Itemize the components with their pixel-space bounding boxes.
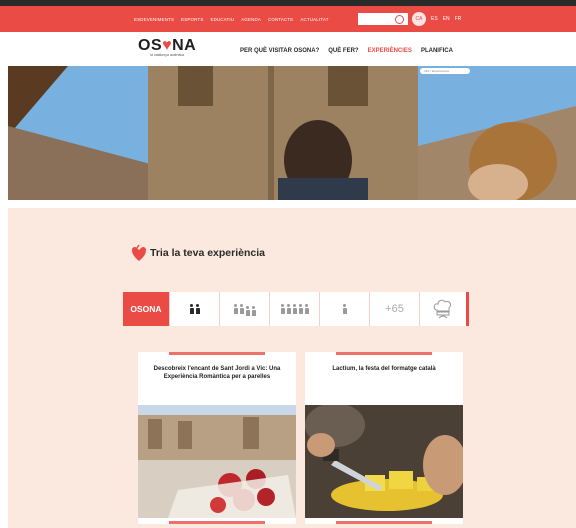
experiences-section: Tria la teva experiència OSONA +65 Desco… <box>8 208 576 528</box>
couple-icon <box>189 304 200 314</box>
lang-es[interactable]: ES <box>431 16 438 22</box>
card-accent-bottom <box>169 521 265 524</box>
logo-text: OS <box>138 37 163 54</box>
card-title[interactable]: Descobreix l'encant de Sant Jordi a Vic:… <box>146 365 288 381</box>
family-icon <box>233 304 256 316</box>
group-icon <box>280 304 309 314</box>
experience-filters: OSONA +65 <box>123 292 469 326</box>
main-nav: Per què visitar Osona? Què fer? Experièn… <box>240 48 453 54</box>
utility-link[interactable]: Educatiu <box>210 17 234 22</box>
filter-all[interactable]: OSONA <box>123 292 169 326</box>
nav-item-why-visit[interactable]: Per què visitar Osona? <box>240 48 319 54</box>
filter-solo[interactable] <box>319 292 369 326</box>
card-photo-cheese <box>305 405 463 518</box>
utility-bar: Esdeveniments Esports Educatiu Agenda Co… <box>0 6 576 32</box>
nav-item-plan[interactable]: Planifica <box>421 48 453 54</box>
filter-family[interactable] <box>219 292 269 326</box>
utility-link[interactable]: Agenda <box>241 17 261 22</box>
language-switcher: CA ES EN FR <box>412 12 461 26</box>
lang-fr[interactable]: FR <box>455 16 462 22</box>
spacer <box>0 200 576 208</box>
seniors-label: +65 <box>385 303 404 315</box>
heart-hand-icon <box>132 244 146 261</box>
utility-link[interactable]: Esports <box>181 17 203 22</box>
filter-logo-text: OSONA <box>130 304 162 314</box>
experience-card[interactable]: Descobreix l'encant de Sant Jordi a Vic:… <box>138 352 296 524</box>
card-title[interactable]: Lactium, la festa del formatge català <box>313 365 455 373</box>
search-icon[interactable] <box>395 14 404 24</box>
experience-card[interactable]: Lactium, la festa del formatge català <box>305 352 463 524</box>
hero-illustration <box>8 66 576 200</box>
card-photo-roses <box>138 405 296 518</box>
card-accent <box>336 352 432 355</box>
utility-link[interactable]: Contacte <box>268 17 293 22</box>
nav-item-what-to-do[interactable]: Què fer? <box>328 48 358 54</box>
lang-ca[interactable]: CA <box>412 12 426 26</box>
site-logo[interactable]: OS♥NA la catalunya autèntica <box>138 37 196 57</box>
nav-item-experiences[interactable]: Experiències <box>368 48 412 54</box>
card-accent <box>169 352 265 355</box>
solo-icon <box>342 304 347 314</box>
card-image[interactable] <box>138 405 296 518</box>
chef-hat-icon <box>433 299 451 319</box>
utility-link[interactable]: Actualitat <box>300 17 328 22</box>
lang-en[interactable]: EN <box>443 16 450 22</box>
filter-gastronomy[interactable] <box>419 292 469 326</box>
card-image[interactable] <box>305 405 463 518</box>
filter-couples[interactable] <box>169 292 219 326</box>
search-input[interactable] <box>358 13 408 25</box>
breadcrumb[interactable]: Inici / Experiències <box>420 68 470 74</box>
hero-image: Inici / Experiències <box>8 66 576 200</box>
logo-heart-icon: ♥ <box>162 37 173 54</box>
utility-link[interactable]: Esdeveniments <box>134 17 174 22</box>
filter-seniors[interactable]: +65 <box>369 292 419 326</box>
section-title: Tria la teva experiència <box>150 247 265 259</box>
section-heading: Tria la teva experiència <box>131 244 265 262</box>
utility-links: Esdeveniments Esports Educatiu Agenda Co… <box>134 17 329 22</box>
card-accent-bottom <box>336 521 432 524</box>
main-header: OS♥NA la catalunya autèntica Per què vis… <box>0 32 576 66</box>
filter-groups[interactable] <box>269 292 319 326</box>
logo-text: NA <box>172 37 197 54</box>
